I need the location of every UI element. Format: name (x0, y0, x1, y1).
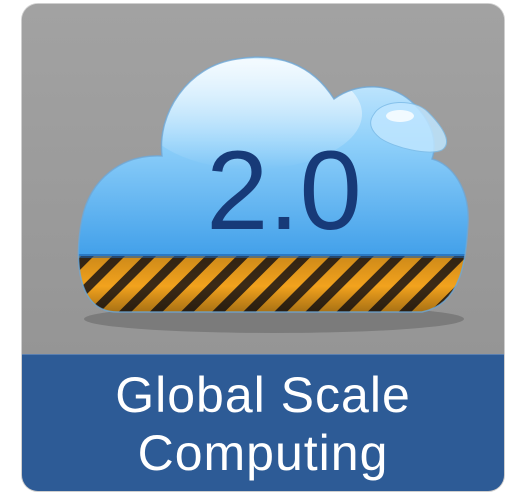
cloud-artwork: 2.0 (22, 4, 504, 354)
caption-line-1: Global Scale (115, 366, 411, 423)
cloud-icon: 2.0 (77, 56, 469, 333)
product-badge: 2.0 Global Scale Computing (22, 4, 504, 491)
caption-line-2: Computing (137, 424, 389, 481)
caption-band: Global Scale Computing (22, 354, 504, 491)
version-number: 2.0 (206, 128, 362, 253)
